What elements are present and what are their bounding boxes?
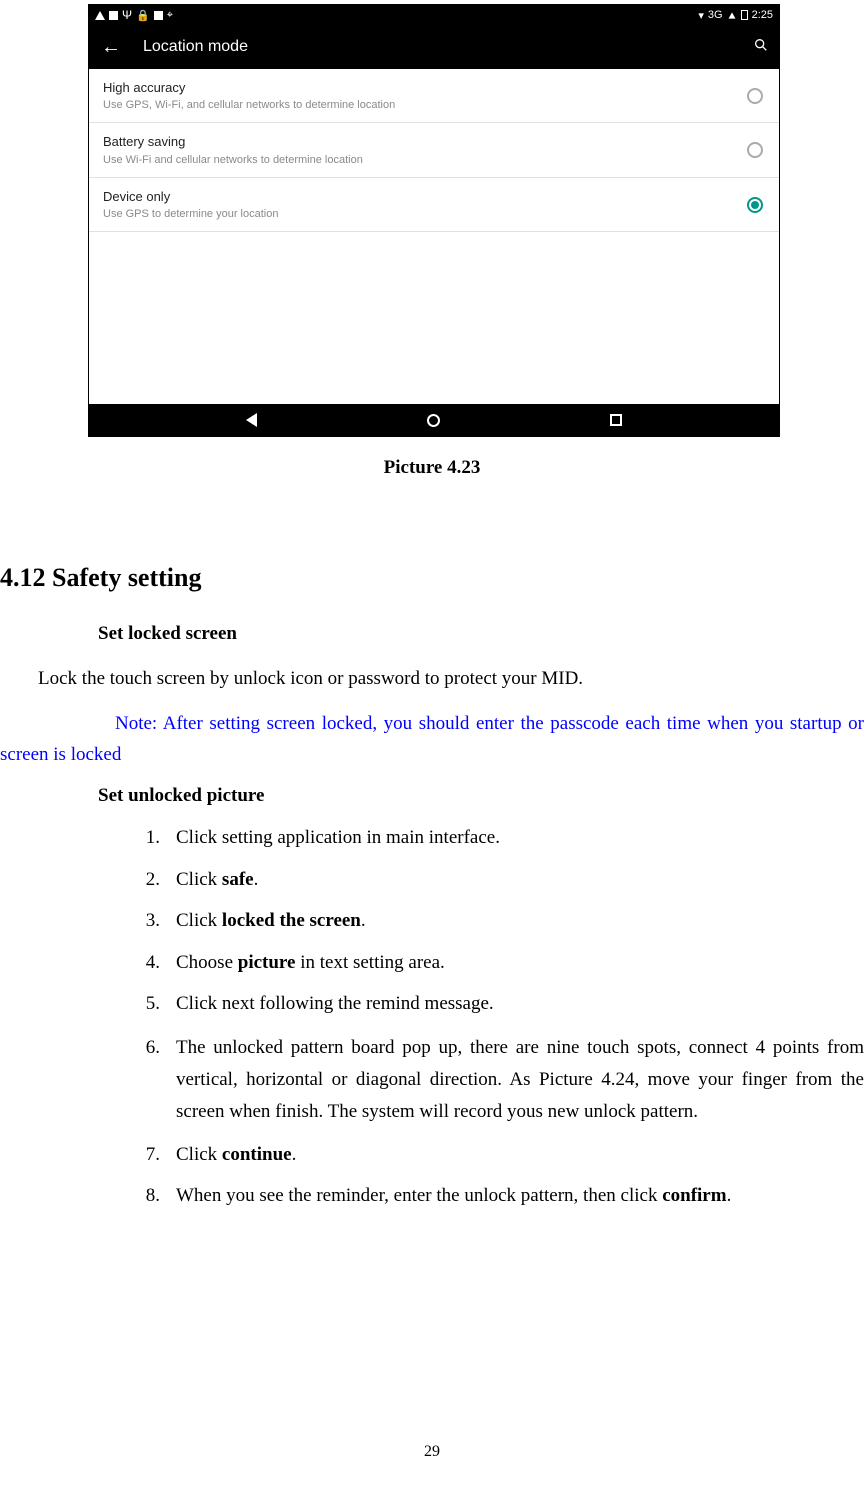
subheading-set-unlocked: Set unlocked picture [98, 781, 864, 812]
blank-area [89, 232, 779, 404]
nav-home-icon[interactable] [427, 414, 440, 427]
subheading-set-locked: Set locked screen [98, 619, 864, 650]
option-title: Device only [103, 188, 747, 206]
wifi-icon: ▾ [698, 9, 704, 22]
option-subtitle: Use GPS, Wi-Fi, and cellular networks to… [103, 98, 747, 112]
signal-icon [728, 12, 735, 18]
section-heading: 4.12 Safety setting [0, 563, 864, 593]
status-bar: Ψ 🔒 ⌖ ▾ 3G 2:25 [89, 5, 779, 25]
step-8: 8.When you see the reminder, enter the u… [0, 1182, 864, 1211]
step-1: 1.Click setting application in main inte… [0, 824, 864, 853]
option-battery-saving[interactable]: Battery saving Use Wi-Fi and cellular ne… [89, 123, 779, 177]
step-3: 3.Click locked the screen. [0, 907, 864, 936]
option-device-only[interactable]: Device only Use GPS to determine your lo… [89, 178, 779, 232]
clock-text: 2:25 [752, 9, 773, 21]
screenshot-icon [109, 11, 118, 20]
option-title: High accuracy [103, 79, 747, 97]
step-6: 6.The unlocked pattern board pop up, the… [0, 1032, 864, 1128]
app-bar: ← Location mode [89, 25, 779, 69]
radio-checked-icon[interactable] [747, 197, 763, 213]
option-high-accuracy[interactable]: High accuracy Use GPS, Wi-Fi, and cellul… [89, 69, 779, 123]
option-subtitle: Use GPS to determine your location [103, 207, 747, 221]
battery-icon [741, 10, 748, 20]
step-4: 4.Choose picture in text setting area. [0, 949, 864, 978]
step-2: 2.Click safe. [0, 866, 864, 895]
steps-list: 1.Click setting application in main inte… [0, 824, 864, 1210]
figure-caption: Picture 4.23 [0, 457, 864, 479]
radio-unchecked-icon[interactable] [747, 142, 763, 158]
step-7: 7.Click continue. [0, 1141, 864, 1170]
status-left-icons: Ψ 🔒 ⌖ [95, 8, 173, 22]
android-nav-bar [89, 404, 779, 436]
option-subtitle: Use Wi-Fi and cellular networks to deter… [103, 153, 747, 167]
paragraph-lock: Lock the touch screen by unlock icon or … [38, 664, 864, 695]
lock-icon: 🔒 [136, 9, 150, 22]
back-icon[interactable]: ← [101, 36, 121, 59]
page-number: 29 [0, 1443, 864, 1461]
network-label: 3G [708, 9, 723, 21]
status-misc-icon [154, 11, 163, 20]
embedded-screenshot: Ψ 🔒 ⌖ ▾ 3G 2:25 ← Location mode [88, 4, 780, 437]
nav-back-icon[interactable] [246, 413, 257, 427]
notification-icon [95, 11, 105, 20]
option-title: Battery saving [103, 133, 747, 151]
app-bar-title: Location mode [143, 38, 753, 56]
note-text: Note: After setting screen locked, you s… [0, 709, 864, 771]
usb-icon: Ψ [122, 8, 132, 22]
step-5: 5.Click next following the remind messag… [0, 990, 864, 1019]
search-icon[interactable] [753, 37, 769, 58]
location-mode-list: High accuracy Use GPS, Wi-Fi, and cellul… [89, 69, 779, 404]
nav-recent-icon[interactable] [610, 414, 622, 426]
status-right-icons: ▾ 3G 2:25 [698, 9, 773, 22]
radio-unchecked-icon[interactable] [747, 88, 763, 104]
debug-icon: ⌖ [167, 9, 173, 22]
